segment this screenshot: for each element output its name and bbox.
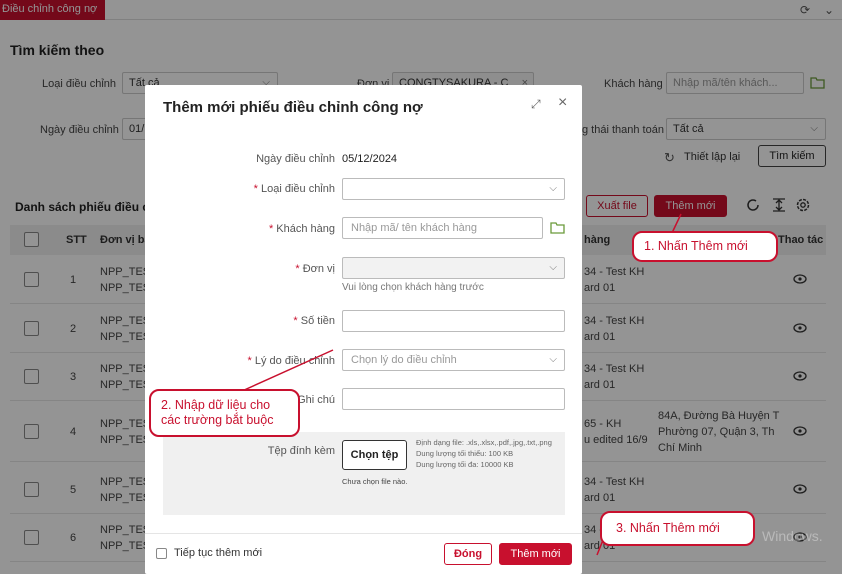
callout-arrows bbox=[241, 213, 682, 556]
callout-step-1: 1. Nhấn Thêm mới bbox=[632, 231, 778, 262]
callout-step-2: 2. Nhập dữ liệu cho các trường bắt buộc bbox=[149, 389, 300, 437]
callout-step-2-line2: các trường bắt buộc bbox=[161, 413, 274, 427]
callout-step-3: 3. Nhấn Thêm mới bbox=[600, 511, 755, 546]
windows-watermark: Windows. bbox=[762, 528, 823, 544]
callout-step-2-line1: 2. Nhập dữ liệu cho bbox=[161, 398, 271, 412]
callout-arrow-2 bbox=[241, 349, 334, 392]
